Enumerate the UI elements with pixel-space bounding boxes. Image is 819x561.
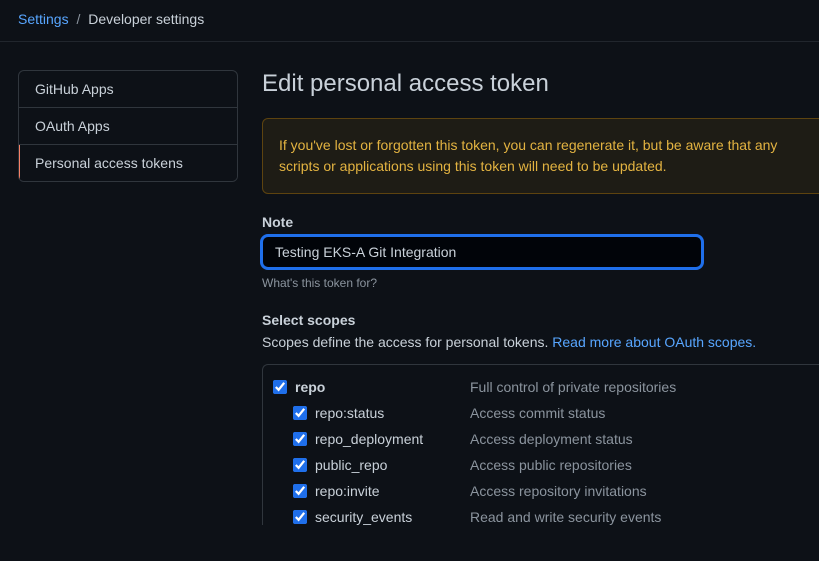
scopes-description: Scopes define the access for personal to… <box>262 334 819 350</box>
scope-checkbox-repo-status[interactable] <box>293 406 307 420</box>
scope-name: public_repo <box>315 457 470 473</box>
scope-checkbox-repo-deployment[interactable] <box>293 432 307 446</box>
sidebar-item-github-apps[interactable]: GitHub Apps <box>19 71 237 108</box>
scope-desc: Access deployment status <box>470 431 633 447</box>
scope-name: security_events <box>315 509 470 525</box>
scope-desc: Access commit status <box>470 405 605 421</box>
breadcrumb-root-link[interactable]: Settings <box>18 11 69 27</box>
scope-checkbox-public-repo[interactable] <box>293 458 307 472</box>
scope-checkbox-security-events[interactable] <box>293 510 307 524</box>
page-title: Edit personal access token <box>262 70 819 98</box>
sidebar-item-oauth-apps[interactable]: OAuth Apps <box>19 108 237 145</box>
scope-desc: Read and write security events <box>470 509 661 525</box>
scope-row-repo-invite: repo:invite Access repository invitation… <box>273 483 809 499</box>
breadcrumb: Settings / Developer settings <box>0 0 819 42</box>
scope-checkbox-repo[interactable] <box>273 380 287 394</box>
scope-desc: Access repository invitations <box>470 483 647 499</box>
scope-row-security-events: security_events Read and write security … <box>273 509 809 525</box>
main-content: Edit personal access token If you've los… <box>262 70 819 535</box>
scope-desc: Access public repositories <box>470 457 632 473</box>
note-hint: What's this token for? <box>262 276 819 290</box>
scope-name: repo:status <box>315 405 470 421</box>
scopes-box: repo Full control of private repositorie… <box>262 364 819 525</box>
note-label: Note <box>262 214 819 230</box>
scopes-title: Select scopes <box>262 312 819 328</box>
sidebar-item-personal-access-tokens[interactable]: Personal access tokens <box>19 145 237 181</box>
scope-desc: Full control of private repositories <box>470 379 676 395</box>
scope-row-public-repo: public_repo Access public repositories <box>273 457 809 473</box>
scope-name: repo <box>295 379 470 395</box>
warning-flash: If you've lost or forgotten this token, … <box>262 118 819 194</box>
sidebar: GitHub Apps OAuth Apps Personal access t… <box>18 70 238 535</box>
scope-name: repo_deployment <box>315 431 470 447</box>
breadcrumb-current: Developer settings <box>88 11 204 27</box>
scope-checkbox-repo-invite[interactable] <box>293 484 307 498</box>
scope-row-repo-deployment: repo_deployment Access deployment status <box>273 431 809 447</box>
scope-row-repo-status: repo:status Access commit status <box>273 405 809 421</box>
scope-row-repo: repo Full control of private repositorie… <box>273 379 809 395</box>
note-input[interactable] <box>262 236 702 268</box>
scopes-desc-text: Scopes define the access for personal to… <box>262 334 552 350</box>
oauth-scopes-link[interactable]: Read more about OAuth scopes. <box>552 334 756 350</box>
breadcrumb-separator: / <box>76 11 80 27</box>
scope-name: repo:invite <box>315 483 470 499</box>
